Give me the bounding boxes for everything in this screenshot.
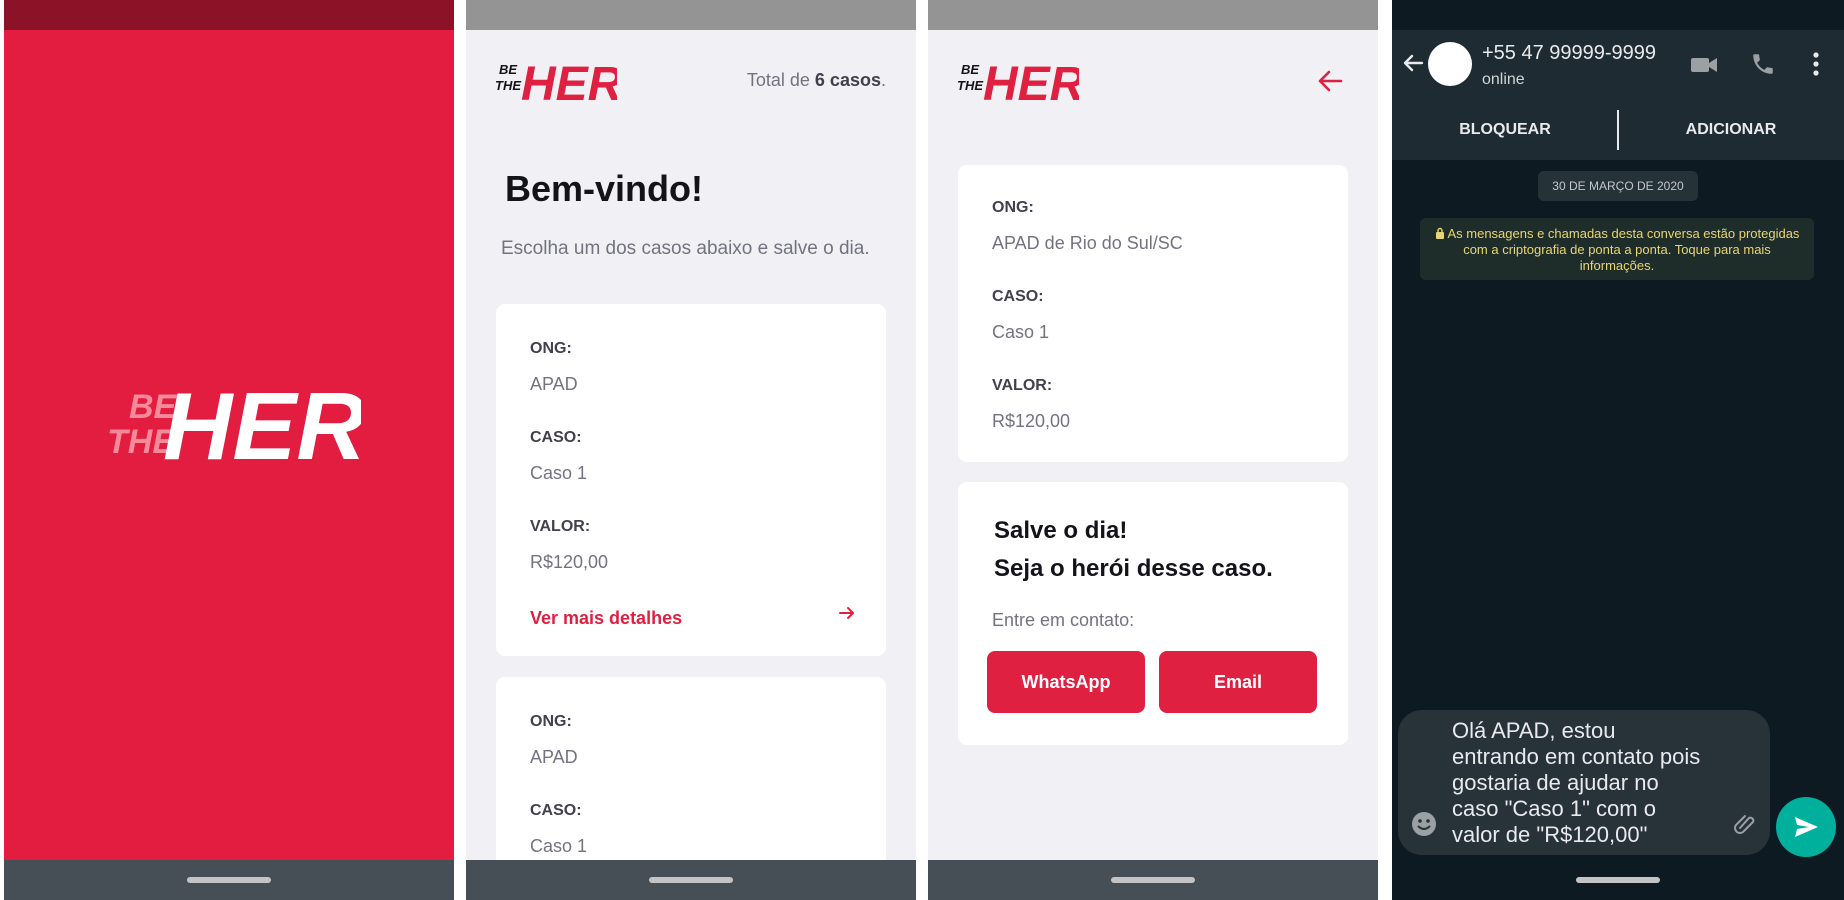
- nav-bar: [4, 860, 454, 900]
- svg-text:BE: BE: [499, 62, 517, 77]
- phone-call-icon[interactable]: [1750, 51, 1776, 82]
- date-chip: 30 DE MARÇO DE 2020: [1538, 171, 1698, 201]
- email-button[interactable]: Email: [1159, 651, 1317, 713]
- ong-value: APAD: [530, 747, 578, 767]
- arrow-left-icon[interactable]: [1400, 50, 1426, 81]
- incident-card: ONG: APAD CASO: Caso 1: [496, 677, 886, 877]
- message-text[interactable]: Olá APAD, estou entrando em contato pois…: [1452, 718, 1702, 848]
- be-the-hero-logo: BE THE HERO: [957, 52, 1122, 111]
- contact-actions-bar: BLOQUEAR ADICIONAR: [1392, 100, 1844, 160]
- encryption-text: As mensagens e chamadas desta conversa e…: [1447, 226, 1800, 273]
- be-the-hero-logo: BE THE HERO: [101, 373, 440, 488]
- contact-card: Salve o dia! Seja o herói desse caso. En…: [958, 482, 1348, 745]
- status-bar: [1392, 0, 1844, 30]
- attach-icon[interactable]: [1732, 810, 1758, 841]
- incidents-list-screen: BE THE HERO Total de 6 casos. Bem-vindo!…: [466, 0, 916, 900]
- contact-status: online: [1482, 71, 1525, 88]
- page-title: Bem-vindo!: [505, 168, 703, 209]
- incident-detail-screen: BE THE HERO ONG: APAD de Rio do Sul/SC C…: [928, 0, 1378, 900]
- chat-header: +55 47 99999-9999 online: [1392, 30, 1844, 100]
- total-suffix: .: [880, 70, 886, 90]
- lock-icon: [1435, 227, 1444, 239]
- home-handle[interactable]: [187, 877, 271, 883]
- whatsapp-chat-screen: +55 47 99999-9999 online BLOQUEAR ADICIO…: [1392, 0, 1844, 900]
- contact-label: Entre em contato:: [992, 610, 1135, 630]
- ong-value: APAD: [530, 374, 578, 394]
- value-label: VALOR:: [992, 377, 1053, 394]
- value-amount: R$120,00: [992, 411, 1071, 431]
- status-bar: [928, 0, 1378, 30]
- video-call-icon[interactable]: [1690, 55, 1718, 80]
- ong-label: ONG:: [530, 340, 572, 357]
- home-handle[interactable]: [1576, 877, 1660, 883]
- encryption-notice[interactable]: As mensagens e chamadas desta conversa e…: [1420, 218, 1814, 280]
- send-button[interactable]: [1776, 797, 1836, 857]
- case-value: Caso 1: [530, 463, 588, 483]
- nav-bar: [1392, 860, 1844, 900]
- total-cases-text: Total de 6 casos.: [747, 70, 886, 91]
- svg-text:BE: BE: [961, 62, 979, 77]
- be-the-hero-logo: BE THE HERO: [495, 52, 660, 111]
- value-label: VALOR:: [530, 518, 591, 535]
- incident-card: ONG: APAD CASO: Caso 1 VALOR: R$120,00 V…: [496, 304, 886, 656]
- svg-text:THE: THE: [495, 78, 521, 93]
- ong-label: ONG:: [992, 199, 1034, 216]
- total-prefix: Total de: [746, 70, 815, 90]
- add-contact-button[interactable]: ADICIONAR: [1618, 100, 1844, 160]
- emoji-icon[interactable]: [1410, 810, 1438, 843]
- avatar[interactable]: [1428, 42, 1472, 86]
- case-label: CASO:: [992, 288, 1044, 305]
- svg-text:HERO: HERO: [983, 58, 1079, 106]
- send-icon: [1795, 817, 1818, 837]
- whatsapp-button[interactable]: WhatsApp: [987, 651, 1145, 713]
- case-value: Caso 1: [530, 836, 588, 856]
- status-bar: [4, 0, 454, 30]
- svg-text:HERO: HERO: [521, 58, 617, 106]
- page-subtitle: Escolha um dos casos abaixo e salve o di…: [501, 238, 870, 259]
- case-label: CASO:: [530, 429, 582, 446]
- hero-title-line2: Seja o herói desse caso.: [994, 555, 1273, 582]
- ong-label: ONG:: [530, 713, 572, 730]
- home-handle[interactable]: [649, 877, 733, 883]
- case-value: Caso 1: [992, 322, 1050, 342]
- details-link[interactable]: Ver mais detalhes: [530, 608, 682, 629]
- ong-value: APAD de Rio do Sul/SC: [992, 233, 1183, 253]
- arrow-left-icon[interactable]: [1315, 66, 1345, 101]
- home-handle[interactable]: [1111, 877, 1195, 883]
- incident-info-card: ONG: APAD de Rio do Sul/SC CASO: Caso 1 …: [958, 165, 1348, 462]
- more-vertical-icon[interactable]: [1812, 51, 1820, 82]
- nav-bar: [928, 860, 1378, 900]
- contact-phone[interactable]: +55 47 99999-9999: [1482, 42, 1656, 65]
- value-amount: R$120,00: [530, 552, 609, 572]
- svg-text:THE: THE: [957, 78, 983, 93]
- total-count: 6 casos: [814, 70, 881, 90]
- message-input[interactable]: Olá APAD, estou entrando em contato pois…: [1398, 710, 1770, 855]
- case-label: CASO:: [530, 802, 582, 819]
- svg-text:HERO: HERO: [163, 373, 361, 480]
- hero-title-line1: Salve o dia!: [994, 517, 1128, 544]
- splash-screen: BE THE HERO: [4, 0, 454, 900]
- nav-bar: [466, 860, 916, 900]
- block-button[interactable]: BLOQUEAR: [1392, 100, 1618, 160]
- status-bar: [466, 0, 916, 30]
- arrow-right-icon[interactable]: [838, 604, 856, 627]
